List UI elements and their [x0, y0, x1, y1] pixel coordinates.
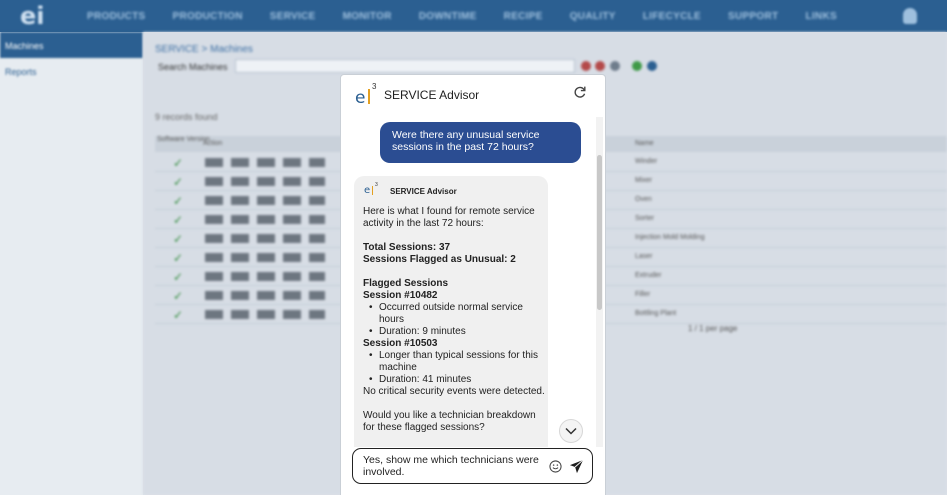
row-action-icons[interactable] [205, 158, 325, 167]
notification-bell-icon[interactable] [903, 8, 917, 24]
row-name: Laser [635, 253, 653, 260]
message-input[interactable]: Yes, show me which technicians were invo… [363, 454, 545, 478]
service-advisor-chat: e 3 SERVICE Advisor Were there any unusu… [341, 75, 605, 495]
refresh-icon[interactable] [573, 85, 587, 99]
search-label: Search Machines [158, 62, 228, 72]
nav-service[interactable]: SERVICE [270, 11, 316, 22]
message-input-box[interactable]: Yes, show me which technicians were invo… [352, 448, 593, 484]
row-action-icons[interactable] [205, 196, 325, 205]
row-action-icons[interactable] [205, 234, 325, 243]
smiley-icon[interactable] [549, 460, 562, 473]
row-name: Injection Mold Molding [635, 234, 705, 241]
nav-support[interactable]: SUPPORT [728, 11, 778, 22]
nav-production[interactable]: PRODUCTION [173, 11, 243, 22]
nav-monitor[interactable]: MONITOR [343, 11, 392, 22]
flagged-count: Sessions Flagged as Unusual: 2 [363, 254, 516, 265]
send-icon[interactable] [569, 459, 584, 474]
row-name: Mixer [635, 177, 653, 184]
column-name[interactable]: Name [635, 140, 654, 147]
followup-question: Would you like a technician breakdown fo… [363, 410, 536, 433]
check-icon: ✓ [173, 308, 184, 322]
row-action-icons[interactable] [205, 253, 325, 262]
chat-scrollbar[interactable] [596, 117, 603, 447]
check-icon: ✓ [173, 289, 184, 303]
scroll-to-bottom-button[interactable] [559, 419, 583, 443]
session-detail: Occurred outside normal service hours [363, 302, 545, 326]
nav-downtime[interactable]: DOWNTIME [419, 11, 477, 22]
check-icon: ✓ [173, 175, 184, 189]
chat-messages[interactable]: Were there any unusual service sessions … [341, 117, 605, 447]
flagged-heading: Flagged Sessions [363, 278, 449, 289]
session-details: Longer than typical sessions for this ma… [363, 350, 545, 386]
row-action-icons[interactable] [205, 310, 325, 319]
total-sessions: Total Sessions: 37 [363, 242, 451, 253]
record-count: 9 records found [155, 112, 218, 122]
nav-recipe[interactable]: RECIPE [504, 11, 543, 22]
nav-quality[interactable]: QUALITY [570, 11, 616, 22]
row-name: Winder [635, 158, 658, 165]
pagination[interactable]: 1 / 1 per page [688, 324, 737, 333]
advisor-logo: e 3 [355, 82, 377, 108]
refresh-list-icon[interactable] [647, 61, 657, 71]
intro-text: Here is what I found for remote service … [363, 206, 535, 229]
app-logo[interactable]: ei [20, 2, 60, 30]
sidebar-item-reports[interactable]: Reports [0, 58, 143, 84]
advisor-avatar: e 3 [364, 182, 378, 196]
row-name: Bottling Plant [635, 310, 677, 317]
scrollbar-thumb[interactable] [597, 155, 602, 310]
row-action-icons[interactable] [205, 291, 325, 300]
row-action-icons[interactable] [205, 272, 325, 281]
no-critical-text: No critical security events were detecte… [363, 386, 545, 397]
column-software-version[interactable]: Software Version [157, 136, 210, 143]
search-input[interactable] [235, 59, 575, 73]
session-detail: Duration: 9 minutes [363, 326, 545, 338]
check-icon: ✓ [173, 156, 184, 170]
check-icon: ✓ [173, 270, 184, 284]
session-detail: Duration: 41 minutes [363, 374, 545, 386]
clear-filter-icon[interactable] [595, 61, 605, 71]
print-icon[interactable] [610, 61, 620, 71]
row-action-icons[interactable] [205, 215, 325, 224]
row-name: Extruder [635, 272, 662, 279]
export-icon[interactable] [632, 61, 642, 71]
nav-lifecycle[interactable]: LIFECYCLE [643, 11, 701, 22]
session-title: Session #10482 [363, 290, 438, 301]
nav-links[interactable]: LINKS [805, 11, 837, 22]
session-title: Session #10503 [363, 338, 438, 349]
assistant-message: e 3 SERVICE Advisor Here is what I found… [354, 176, 548, 447]
check-icon: ✓ [173, 213, 184, 227]
top-navigation: ei PRODUCTS PRODUCTION SERVICE MONITOR D… [0, 0, 947, 32]
assistant-name: SERVICE Advisor [390, 187, 457, 196]
user-message: Were there any unusual service sessions … [380, 122, 581, 163]
chevron-down-icon [565, 427, 577, 435]
column-action[interactable]: Action [203, 140, 222, 147]
filter-icon[interactable] [581, 61, 591, 71]
breadcrumb[interactable]: SERVICE > Machines [155, 44, 253, 55]
row-name: Oven [635, 196, 652, 203]
sidebar: Machines Reports [0, 32, 143, 495]
session-detail: Longer than typical sessions for this ma… [363, 350, 545, 374]
check-icon: ✓ [173, 194, 184, 208]
sidebar-item-machines[interactable]: Machines [0, 32, 143, 58]
check-icon: ✓ [173, 251, 184, 265]
chat-title: SERVICE Advisor [384, 88, 480, 102]
session-details: Occurred outside normal service hours Du… [363, 302, 545, 338]
assistant-text: Here is what I found for remote service … [363, 206, 545, 434]
row-name: Filler [635, 291, 651, 298]
row-name: Sorter [635, 215, 655, 222]
nav-products[interactable]: PRODUCTS [87, 11, 146, 22]
row-action-icons[interactable] [205, 177, 325, 186]
check-icon: ✓ [173, 232, 184, 246]
chat-header: e 3 SERVICE Advisor [341, 75, 605, 117]
